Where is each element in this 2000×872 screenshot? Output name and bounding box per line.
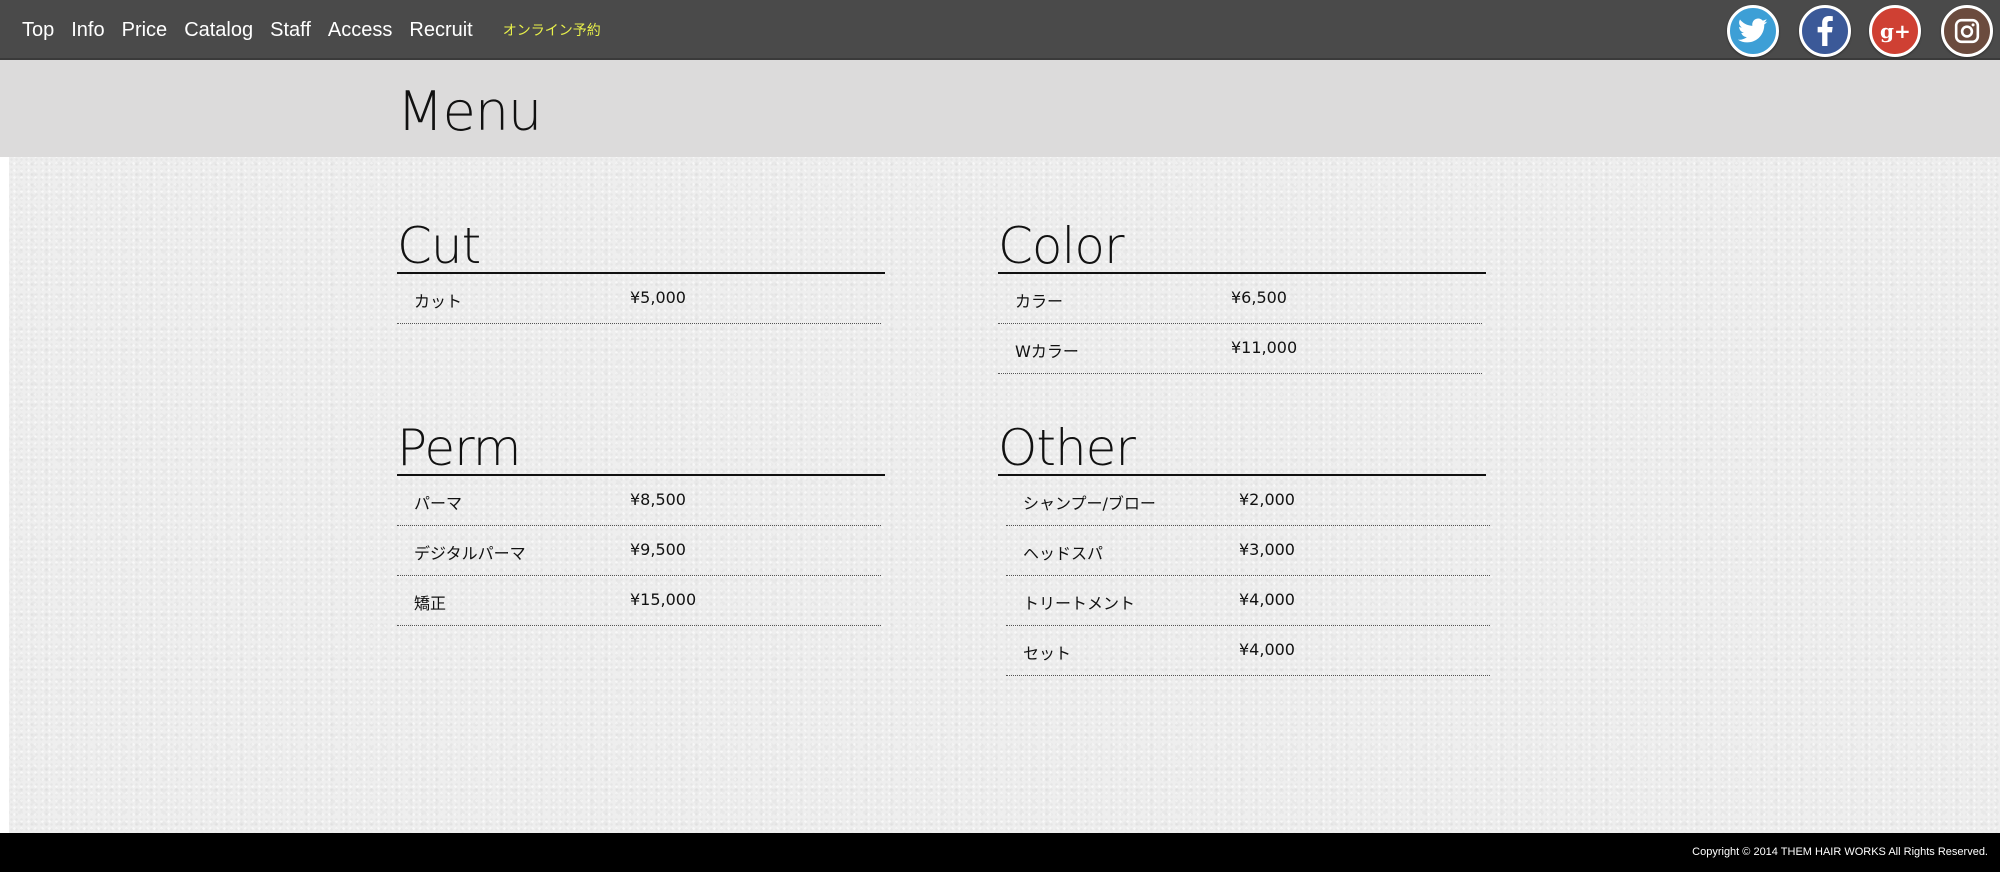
nav-link-catalog[interactable]: Catalog (184, 19, 253, 42)
twitter-icon (1738, 18, 1768, 43)
item-price: ¥5,000 (630, 288, 686, 307)
item-name: 矯正 (414, 594, 447, 613)
facebook-icon (1817, 16, 1833, 46)
item-name: パーマ (414, 494, 463, 513)
nav-link-access[interactable]: Access (328, 19, 392, 42)
google-plus-icon: g+ (1880, 19, 1911, 43)
instagram-icon (1954, 18, 1980, 44)
twitter-button[interactable] (1727, 5, 1779, 57)
item-name: Wカラー (1015, 342, 1079, 361)
item-name: セット (1023, 644, 1072, 663)
price-row: デジタルパーマ ¥9,500 (397, 526, 881, 576)
item-name: シャンプー/ブロー (1023, 494, 1156, 513)
item-price: ¥11,000 (1231, 338, 1298, 357)
price-row: セット ¥4,000 (1006, 626, 1490, 676)
svg-text:g+: g+ (1880, 19, 1911, 43)
main-nav: Top Info Price Catalog Staff Access Recr… (22, 0, 618, 60)
item-name: デジタルパーマ (414, 544, 526, 563)
price-row: 矯正 ¥15,000 (397, 576, 881, 626)
price-row: ヘッドスパ ¥3,000 (1006, 526, 1490, 576)
item-price: ¥3,000 (1239, 540, 1295, 559)
section-title: Color (998, 218, 1486, 274)
section-title: Perm (397, 420, 885, 476)
item-price: ¥8,500 (630, 490, 686, 509)
facebook-button[interactable] (1799, 5, 1851, 57)
nav-link-recruit[interactable]: Recruit (409, 19, 472, 42)
instagram-button[interactable] (1941, 5, 1993, 57)
menu-section-cut: Cut カット ¥5,000 (397, 218, 885, 324)
price-row: シャンプー/ブロー ¥2,000 (1006, 476, 1490, 526)
item-name: トリートメント (1023, 594, 1136, 613)
price-row: パーマ ¥8,500 (397, 476, 881, 526)
item-price: ¥2,000 (1239, 490, 1295, 509)
google-plus-button[interactable]: g+ (1869, 5, 1921, 57)
menu-section-color: Color カラー ¥6,500 Wカラー ¥11,000 (998, 218, 1486, 374)
item-name: カット (414, 292, 463, 311)
nav-link-staff[interactable]: Staff (270, 19, 311, 42)
item-price: ¥4,000 (1239, 640, 1295, 659)
top-navbar: Top Info Price Catalog Staff Access Recr… (0, 0, 2000, 60)
item-name: カラー (1015, 292, 1064, 311)
price-row: トリートメント ¥4,000 (1006, 576, 1490, 626)
item-price: ¥15,000 (630, 590, 697, 609)
nav-link-price[interactable]: Price (122, 19, 168, 42)
nav-link-info[interactable]: Info (71, 19, 104, 42)
footer: Copyright © 2014 THEM HAIR WORKS All Rig… (0, 833, 2000, 872)
price-row: カラー ¥6,500 (998, 274, 1482, 324)
page-title: Menu (397, 80, 542, 143)
left-gutter (0, 157, 9, 833)
price-row: Wカラー ¥11,000 (998, 324, 1482, 374)
section-title: Cut (397, 218, 885, 274)
item-price: ¥4,000 (1239, 590, 1295, 609)
price-row: カット ¥5,000 (397, 274, 881, 324)
copyright-text: Copyright © 2014 THEM HAIR WORKS All Rig… (1692, 846, 1988, 858)
nav-link-top[interactable]: Top (22, 19, 54, 42)
item-price: ¥9,500 (630, 540, 686, 559)
online-reservation-link[interactable]: オンライン予約 (503, 20, 601, 40)
page-header: Menu (0, 60, 2000, 157)
menu-section-other: Other シャンプー/ブロー ¥2,000 ヘッドスパ ¥3,000 トリート… (998, 420, 1490, 676)
item-price: ¥6,500 (1231, 288, 1287, 307)
menu-section-perm: Perm パーマ ¥8,500 デジタルパーマ ¥9,500 矯正 ¥15,00… (397, 420, 885, 626)
section-title: Other (998, 420, 1486, 476)
item-name: ヘッドスパ (1023, 544, 1104, 563)
